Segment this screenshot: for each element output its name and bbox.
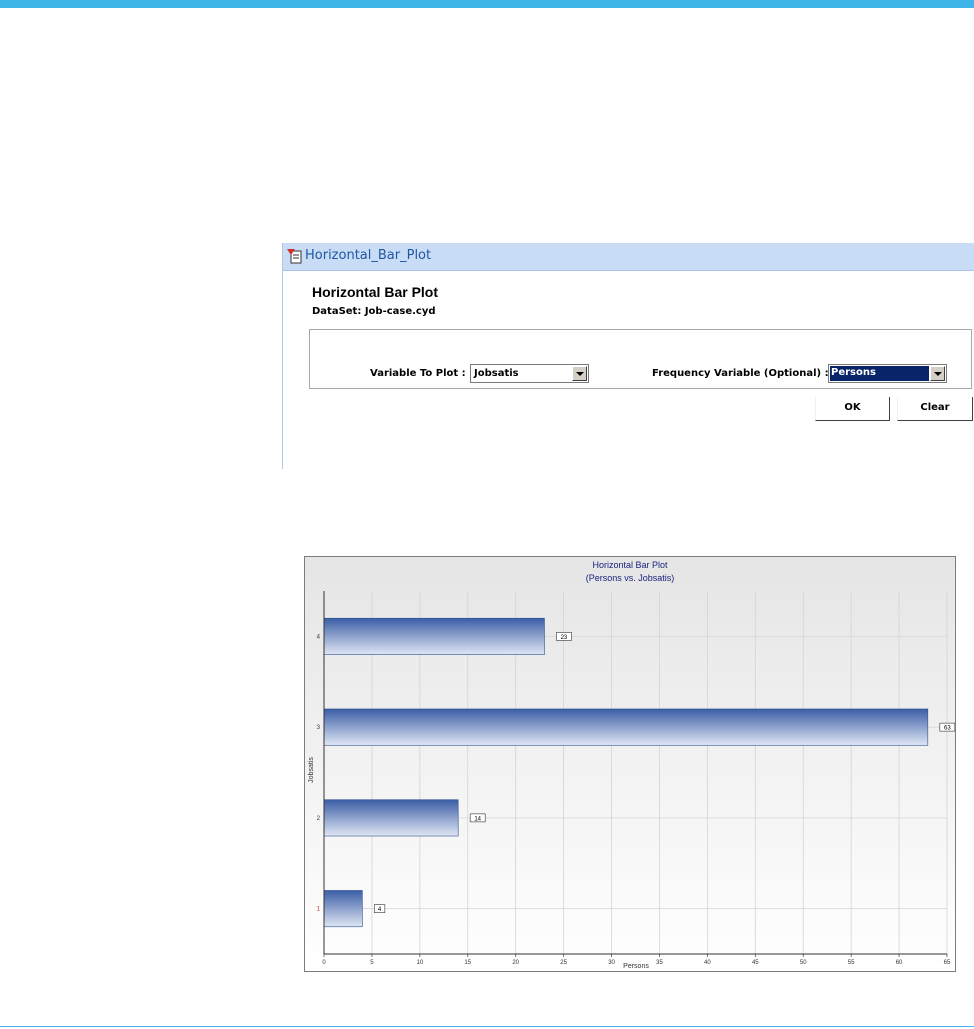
variable-to-plot-value: Jobsatis xyxy=(474,368,519,379)
bar xyxy=(323,617,545,655)
bar xyxy=(323,799,459,837)
horizontal-bar-plot-dialog: Horizontal_Bar_Plot Horizontal Bar Plot … xyxy=(282,243,974,469)
data-label: 14 xyxy=(474,816,481,822)
x-tick-label: 40 xyxy=(704,960,711,966)
x-axis-label: Persons xyxy=(623,963,649,970)
variable-to-plot-label: Variable To Plot : xyxy=(370,368,466,379)
x-tick-label: 20 xyxy=(512,960,519,966)
bar xyxy=(323,708,929,746)
chevron-down-icon[interactable] xyxy=(930,366,945,381)
options-panel: Variable To Plot : Jobsatis Frequency Va… xyxy=(309,329,972,389)
x-tick-label: 35 xyxy=(656,960,663,966)
frequency-variable-select[interactable]: Persons xyxy=(828,364,947,383)
top-accent-bar xyxy=(0,0,974,8)
x-tick-label: 65 xyxy=(944,960,951,966)
bar xyxy=(323,890,363,928)
chevron-down-icon[interactable] xyxy=(572,366,587,381)
dialog-heading: Horizontal Bar Plot xyxy=(312,284,439,300)
x-tick-label: 30 xyxy=(608,960,615,966)
ok-button[interactable]: OK xyxy=(815,397,890,421)
x-tick-label: 45 xyxy=(752,960,759,966)
x-tick-label: 15 xyxy=(464,960,471,966)
x-tick-label: 25 xyxy=(560,960,567,966)
dataset-label: DataSet: Job-case.cyd xyxy=(312,306,436,317)
x-tick-label: 10 xyxy=(417,960,424,966)
chart-title: Horizontal Bar Plot xyxy=(592,560,668,570)
form-icon xyxy=(287,249,302,264)
dialog-title: Horizontal_Bar_Plot xyxy=(305,248,432,263)
chart-subtitle: (Persons vs. Jobsatis) xyxy=(586,573,675,583)
x-tick-label: 60 xyxy=(896,960,903,966)
x-tick-label: 50 xyxy=(800,960,807,966)
x-tick-label: 55 xyxy=(848,960,855,966)
clear-button[interactable]: Clear xyxy=(897,397,973,421)
bottom-rule xyxy=(0,1026,974,1027)
frequency-variable-value: Persons xyxy=(831,367,876,378)
variable-to-plot-select[interactable]: Jobsatis xyxy=(470,364,589,383)
bar-chart: 4146323 0 5 10 15 20 25 30 35 40 45 50 55 60 651234 H… xyxy=(305,557,955,971)
chart-panel: 4 14 63 23 0 5 10 15 20 25 30 35 40 45 50 55 60 65 1 2 3 4 H… xyxy=(304,556,956,972)
data-label: 63 xyxy=(944,726,951,732)
frequency-variable-label: Frequency Variable (Optional) : xyxy=(652,368,829,379)
y-axis-label: Jobsatis xyxy=(308,757,315,783)
data-label: 23 xyxy=(561,635,568,641)
dialog-title-bar: Horizontal_Bar_Plot xyxy=(283,243,974,271)
